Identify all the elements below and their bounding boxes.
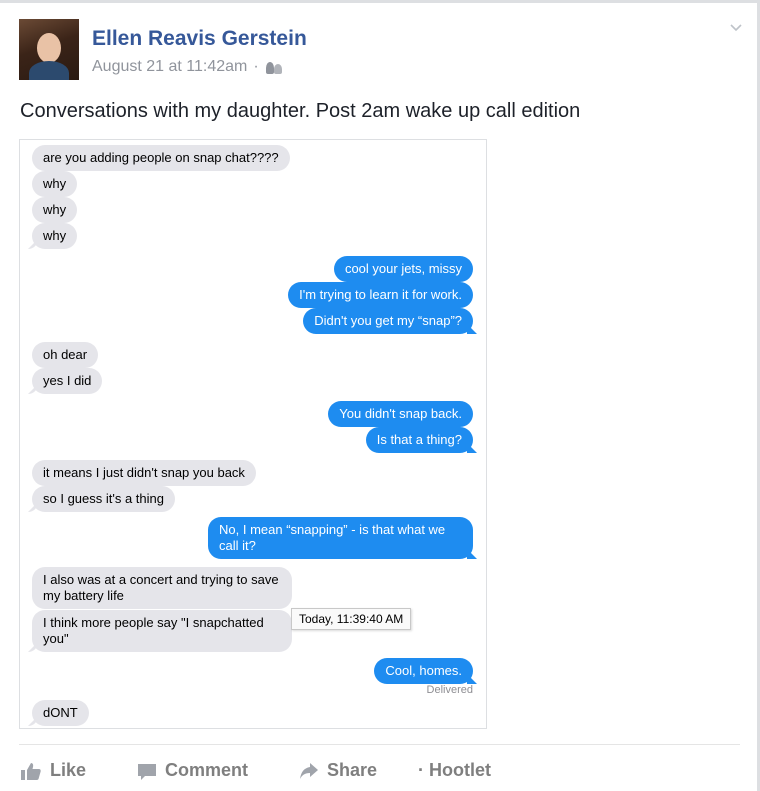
chat-bubble-incoming: so I guess it's a thing xyxy=(32,486,175,512)
chat-bubble-outgoing: No, I mean “snapping” - is that what we … xyxy=(208,517,473,559)
chat-bubble-outgoing: Didn't you get my “snap”? xyxy=(303,308,473,334)
post-meta: August 21 at 11:42am · xyxy=(92,58,283,76)
post-text: Conversations with my daughter. Post 2am… xyxy=(20,100,581,122)
comment-label: Comment xyxy=(165,760,249,780)
timestamp-tooltip: Today, 11:39:40 AM xyxy=(291,608,412,630)
meta-separator: · xyxy=(253,58,259,75)
comment-button[interactable]: Comment xyxy=(137,760,248,781)
chat-bubble-incoming: why xyxy=(32,223,78,249)
facebook-post: Ellen Reavis Gerstein August 21 at 11:42… xyxy=(0,0,760,791)
chat-bubble-outgoing: Cool, homes. xyxy=(374,658,473,684)
friends-icon[interactable] xyxy=(265,60,283,74)
like-label: Like xyxy=(50,760,87,780)
chat-bubble-incoming: yes I did xyxy=(32,368,103,394)
like-button[interactable]: Like xyxy=(20,760,86,781)
share-button[interactable]: Share xyxy=(299,760,377,781)
avatar-body xyxy=(29,61,69,80)
chat-bubble-outgoing: You didn't snap back. xyxy=(328,401,473,427)
chat-bubble-incoming: I also was at a concert and trying to sa… xyxy=(32,567,292,609)
chat-bubble-incoming: I think more people say "I snapchatted y… xyxy=(32,610,292,652)
share-arrow-icon xyxy=(300,762,318,779)
chat-bubble-incoming: why xyxy=(32,171,78,197)
chat-bubble-incoming: oh dear xyxy=(32,342,99,368)
avatar-face xyxy=(37,33,61,63)
share-label: Share xyxy=(327,760,378,780)
delivered-label: Delivered xyxy=(426,684,473,696)
chat-bubble-incoming: why xyxy=(32,197,78,223)
chat-bubble-outgoing: I'm trying to learn it for work. xyxy=(288,282,473,308)
comment-icon xyxy=(138,763,156,780)
post-timestamp[interactable]: August 21 at 11:42am xyxy=(92,58,247,76)
chat-bubble-incoming: are you adding people on snap chat???? xyxy=(32,145,290,171)
chat-bubble-incoming: dONT xyxy=(32,700,89,726)
hootlet-label: · Hootlet xyxy=(418,760,491,780)
chat-bubble-incoming: it means I just didn't snap you back xyxy=(32,460,256,486)
avatar[interactable] xyxy=(19,19,79,80)
action-divider xyxy=(19,744,740,745)
chat-bubble-outgoing: cool your jets, missy xyxy=(333,256,473,282)
chat-screenshot[interactable]: are you adding people on snap chat???? w… xyxy=(19,139,487,729)
thumbs-up-icon xyxy=(21,762,41,780)
author-name[interactable]: Ellen Reavis Gerstein xyxy=(92,27,307,51)
chat-bubble-outgoing: Is that a thing? xyxy=(365,427,473,453)
chevron-down-icon[interactable] xyxy=(730,22,742,34)
hootlet-button[interactable]: · Hootlet xyxy=(418,760,491,781)
